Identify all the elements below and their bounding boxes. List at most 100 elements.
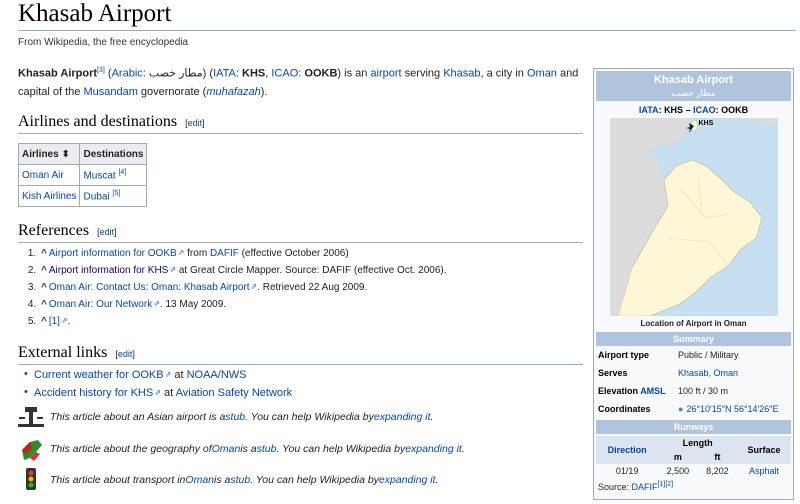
noaa-link[interactable]: NOAA/NWS (187, 369, 247, 381)
infobox-row: Serves Khasab, Oman (594, 364, 793, 382)
khasab-link[interactable]: Khasab (443, 68, 480, 80)
lead-text: , a city in (480, 67, 527, 80)
oman-link[interactable]: Oman (527, 68, 557, 80)
coordinates-value-link[interactable]: 26°10′15″N 56°14′26″E (686, 403, 778, 415)
stub-link[interactable]: stub (230, 474, 250, 486)
location-map[interactable]: KHS (609, 118, 778, 317)
airline-link[interactable]: Oman Air (22, 170, 64, 181)
stub-notice: This article about transport in Oman is … (18, 467, 438, 493)
list-item: ^[1]. (39, 313, 599, 330)
serves-link[interactable]: Khasab, Oman (678, 367, 738, 379)
iata-link[interactable]: IATA (639, 105, 659, 115)
ref-3-link[interactable]: [3] (97, 67, 105, 74)
stub-text: This article about an Asian airport is a (50, 411, 226, 423)
musandam-link[interactable]: Musandam (83, 86, 137, 98)
oman-link[interactable]: Oman (185, 474, 214, 486)
link-text: at (160, 387, 176, 399)
oman-link[interactable]: Oman (212, 443, 241, 455)
reference-link[interactable]: [1] (49, 316, 68, 327)
arabic-link[interactable]: Arabic (112, 68, 143, 80)
code-separator: – (683, 105, 694, 115)
reference-link[interactable]: Airport information for KHS (49, 265, 176, 276)
expanding-link[interactable]: expanding it (405, 443, 462, 455)
stub-text: This article about transport in (50, 474, 186, 486)
reference-link[interactable]: Oman Air: Our Network (49, 299, 160, 310)
edit-external-links-link[interactable]: edit (118, 349, 133, 359)
stub-text: . (435, 474, 439, 486)
stub-notice: This article about the geography of Oman… (18, 436, 465, 462)
runways-header: Runways (596, 420, 791, 434)
reference-link[interactable]: Oman Air: Contact Us: Oman: Khasab Airpo… (49, 282, 257, 293)
lead-text: ) ( (202, 67, 214, 80)
amsl-link[interactable]: AMSL (640, 386, 666, 396)
infobox-arabic-title: مطار خصب (671, 88, 716, 98)
airline-link[interactable]: Kish Airlines (22, 191, 76, 202)
icao-link[interactable]: ICAO (693, 105, 716, 115)
table-row: Oman Air Muscat [4] (17, 164, 148, 186)
list-item: Current weather for OOKB at NOAA/NWS (34, 366, 594, 384)
stub-text: . You can help Wikipedia by (245, 411, 374, 423)
edit-airlines-link[interactable]: edit (188, 118, 203, 128)
stub-text: . (430, 411, 434, 423)
feet-header: ft (697, 450, 738, 464)
map-marker-label: KHS (698, 120, 714, 127)
dafif-link[interactable]: DAFIF (632, 482, 658, 492)
source-ref-links[interactable]: [1][2] (658, 481, 674, 488)
lead-paragraph: Khasab Airport[3] (Arabic: مطار خصب) (IA… (18, 62, 583, 101)
reference-text: from (184, 248, 210, 259)
edit-references-link[interactable]: edit (100, 227, 115, 237)
icao-code: OOKB (721, 105, 749, 115)
reference-link[interactable]: Airport information for OOKB (49, 248, 185, 259)
direction-link[interactable]: Direction (608, 445, 647, 455)
icao-link[interactable]: ICAO (271, 68, 298, 80)
table-row: 01/19 2,500 8,202 Asphalt (596, 464, 791, 478)
row-value: 100 ft / 30 m (678, 386, 729, 396)
infobox-row: Elevation AMSL 100 ft / 30 m (594, 382, 793, 400)
length-header: Length (658, 436, 738, 450)
surface-link[interactable]: Asphalt (749, 466, 779, 476)
section-title: Airlines and destinations (18, 113, 178, 130)
coordinates-link[interactable]: Coordinates (598, 403, 678, 415)
list-item: ^Airport information for KHS at Great Ci… (39, 262, 599, 279)
runway-length-ft: 8,202 (706, 466, 729, 476)
references-heading: References [edit] (18, 222, 583, 243)
external-link[interactable]: Accident history for KHS (34, 387, 161, 399)
surface-header: Surface (737, 436, 791, 464)
traffic-light-icon (26, 468, 36, 490)
airlines-table: Airlines ⬍ Destinations Oman Air Muscat … (17, 143, 148, 207)
infobox: Khasab Airport مطار خصب IATA: KHS – ICAO… (593, 68, 794, 500)
ref-link[interactable]: [5] (112, 190, 120, 197)
airlines-heading: Airlines and destinations [edit] (18, 113, 583, 134)
table-row: Kish Airlines Dubai [5] (17, 185, 148, 207)
external-links-list: Current weather for OOKB at NOAA/NWS Acc… (18, 366, 594, 402)
expanding-link[interactable]: expanding it (374, 411, 431, 423)
stub-link[interactable]: stub (225, 411, 245, 423)
stub-text: . (461, 443, 465, 455)
reference-text: (effective October 2006) (238, 248, 349, 259)
destination-link[interactable]: Muscat (83, 170, 115, 181)
expanding-link[interactable]: expanding it (379, 474, 436, 486)
control-tower-icon (18, 407, 44, 427)
link-text: at (171, 369, 187, 381)
asn-link[interactable]: Aviation Safety Network (176, 387, 293, 399)
list-item: ^Oman Air: Our Network. 13 May 2009. (39, 296, 599, 313)
dafif-link[interactable]: DAFIF (210, 248, 239, 259)
stub-text: is a (240, 443, 257, 455)
airlines-column-header[interactable]: Airlines ⬍ (17, 143, 81, 165)
destination-link[interactable]: Dubai (83, 191, 109, 202)
list-item: ^Airport information for OOKB from DAFIF… (39, 245, 599, 262)
ref-link[interactable]: [4] (118, 169, 126, 176)
muhafazah-link[interactable]: muhafazah (206, 86, 260, 98)
infobox-codes: IATA: KHS – ICAO: OOKB (594, 105, 793, 115)
airport-link[interactable]: airport (370, 68, 401, 80)
oman-map-icon (22, 440, 42, 461)
stub-link[interactable]: stub (257, 443, 277, 455)
stub-text: . You can help Wikipedia by (276, 443, 406, 455)
oman-map (609, 118, 778, 317)
iata-link[interactable]: IATA (213, 68, 236, 80)
infobox-title: Khasab Airport مطار خصب (596, 71, 791, 101)
external-link[interactable]: Current weather for OOKB (34, 369, 171, 381)
runway-direction: 01/19 (615, 466, 639, 476)
lead-text: ). (260, 85, 268, 98)
icao-code: OOKB (304, 67, 338, 80)
